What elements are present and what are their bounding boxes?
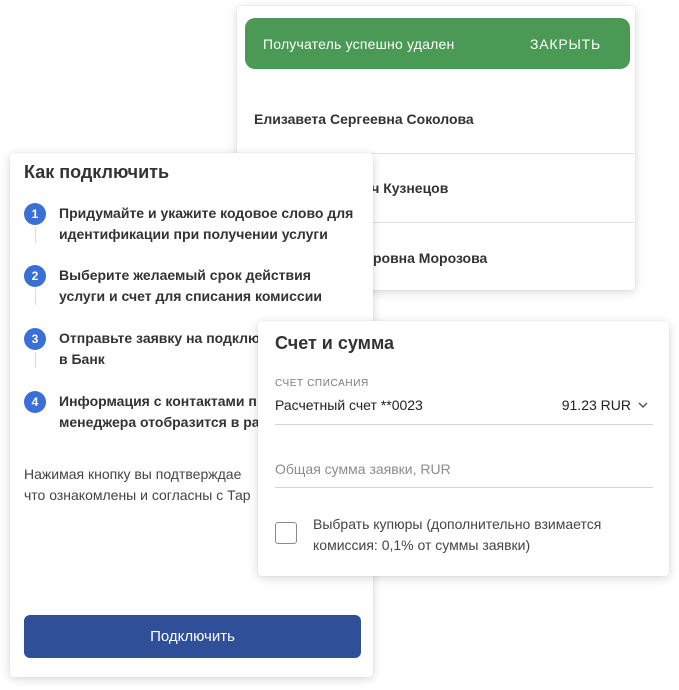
step-text: Придумайте и укажите кодовое слово для и… (59, 205, 354, 242)
step-number-badge: 3 (24, 328, 46, 350)
connect-button[interactable]: Подключить (24, 615, 361, 658)
selected-account-name: Расчетный счет **0023 (275, 397, 423, 413)
recipient-item[interactable]: Елизавета Сергеевна Соколова (237, 85, 635, 154)
step-number-badge: 4 (24, 391, 46, 413)
step-item: 1 Придумайте и укажите кодовое слово для… (24, 203, 364, 245)
debit-account-select[interactable]: Расчетный счет **0023 91.23 RUR (275, 391, 653, 425)
selected-account-balance: 91.23 RUR (561, 397, 631, 413)
select-banknotes-label: Выбрать купюры (дополнительно взимается … (313, 516, 602, 553)
step-text: Выберите желаемый срок действия услуги и… (59, 267, 322, 304)
account-amount-card: Счет и сумма СЧЕТ СПИСАНИЯ Расчетный сче… (258, 321, 669, 576)
step-connector (35, 289, 36, 305)
debit-account-label: СЧЕТ СПИСАНИЯ (275, 378, 369, 389)
success-snackbar: Получатель успешно удален ЗАКРЫТЬ (245, 18, 630, 69)
step-number-badge: 1 (24, 203, 46, 225)
step-number-badge: 2 (24, 265, 46, 287)
chevron-down-icon (638, 402, 648, 408)
snackbar-close-button[interactable]: ЗАКРЫТЬ (530, 36, 601, 52)
recipient-name: Елизавета Сергеевна Соколова (254, 111, 474, 127)
connect-title: Как подключить (24, 162, 170, 182)
snackbar-message: Получатель успешно удален (263, 35, 455, 52)
account-card-title: Счет и сумма (275, 333, 395, 353)
step-item: 2 Выберите желаемый срок действия услуги… (24, 265, 364, 307)
step-connector (35, 227, 36, 243)
step-connector (35, 352, 36, 368)
select-banknotes-checkbox[interactable] (275, 522, 297, 544)
total-amount-input[interactable] (275, 451, 653, 488)
